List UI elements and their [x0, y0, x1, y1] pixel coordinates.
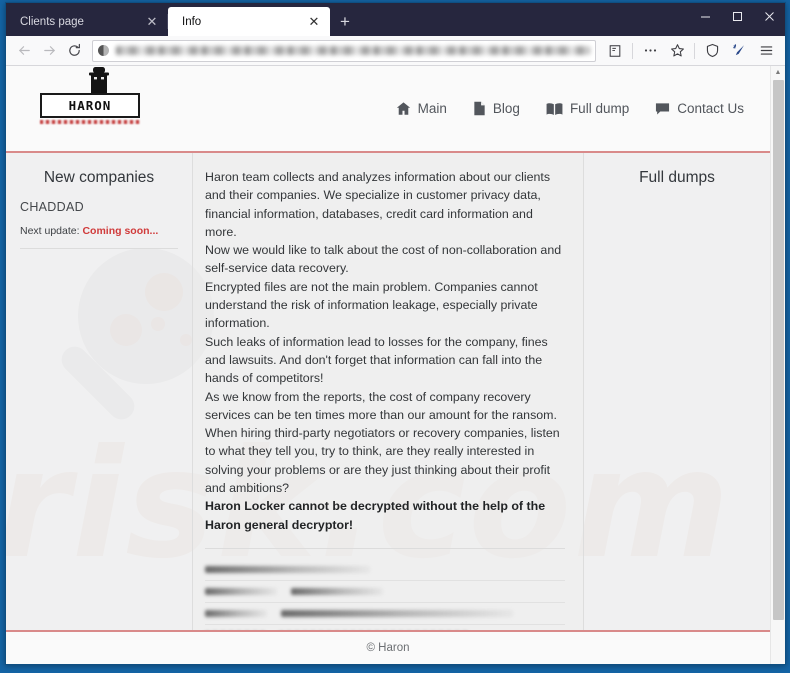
tab-label: Info — [182, 15, 202, 28]
company-name[interactable]: CHADDAD — [20, 200, 178, 214]
home-icon — [396, 101, 411, 116]
redacted-table — [205, 559, 565, 630]
reload-icon[interactable] — [62, 39, 86, 63]
new-tab-button[interactable]: + — [330, 7, 360, 36]
logo-text: HARON — [68, 98, 112, 113]
tab-info[interactable]: Info ✕ — [168, 7, 330, 36]
copyright-text: © Haron — [366, 642, 410, 654]
url-bar[interactable] — [92, 39, 596, 62]
forward-arrow-icon[interactable] — [37, 39, 61, 63]
nav-item-contact-us[interactable]: Contact Us — [655, 101, 744, 116]
next-update-row: Next update: Coming soon... — [20, 225, 178, 249]
table-row[interactable] — [205, 559, 565, 581]
minimize-icon[interactable] — [689, 3, 721, 29]
maximize-icon[interactable] — [721, 3, 753, 29]
article-paragraph: Haron Locker cannot be decrypted without… — [205, 499, 546, 532]
nav-label: Blog — [492, 101, 520, 116]
site-footer: © Haron — [6, 630, 770, 664]
next-update-label: Next update: — [20, 225, 80, 237]
site-navigation: Main Blog Full dump Contact Us — [396, 101, 744, 116]
page-scrollbar[interactable]: ▲ — [770, 66, 785, 664]
close-icon[interactable]: ✕ — [306, 14, 322, 30]
site-info-icon[interactable] — [98, 45, 109, 56]
site-logo[interactable]: HARON — [40, 67, 140, 124]
site-header: HARON Main Blog Full dump Contact Us — [6, 66, 770, 153]
nav-item-blog[interactable]: Blog — [473, 101, 520, 116]
close-icon[interactable]: ✕ — [144, 14, 160, 30]
url-text-redacted — [116, 46, 590, 55]
tab-strip: Clients page ✕ Info ✕ + — [6, 3, 785, 36]
file-document-icon — [473, 101, 486, 116]
table-row[interactable] — [205, 581, 565, 603]
next-update-value: Coming soon... — [82, 225, 159, 237]
redacted-cell — [291, 587, 383, 595]
logo-box: HARON — [40, 93, 140, 118]
toolbar-divider-2 — [694, 42, 695, 59]
left-sidebar: New companies CHADDAD Next update: Comin… — [6, 153, 192, 630]
tab-label: Clients page — [20, 15, 84, 28]
article-paragraph: Such leaks of information lead to losses… — [205, 334, 548, 386]
article-body: Haron team collects and analyzes informa… — [205, 168, 565, 534]
window-controls — [689, 3, 785, 29]
nav-label: Main — [417, 101, 447, 116]
nav-item-full-dump[interactable]: Full dump — [546, 101, 629, 116]
toolbar-divider — [632, 42, 633, 59]
nav-item-main[interactable]: Main — [396, 101, 447, 116]
scrollbar-thumb[interactable] — [772, 80, 784, 620]
bookmark-star-icon[interactable] — [664, 39, 690, 63]
logo-subtitle-redacted — [40, 120, 140, 124]
web-page: risk.com HARON — [6, 66, 770, 664]
reader-mode-icon[interactable] — [602, 39, 628, 63]
browser-window: Clients page ✕ Info ✕ + HARON Main Blog … — [5, 2, 786, 665]
scroll-up-icon[interactable]: ▲ — [771, 66, 786, 79]
table-row[interactable] — [205, 603, 565, 625]
redacted-cell — [205, 587, 277, 595]
article-paragraph: As we know from the reports, the cost of… — [205, 389, 560, 496]
hamburger-menu-icon[interactable] — [753, 39, 779, 63]
nav-label: Full dump — [569, 101, 630, 116]
comment-bubble-icon — [655, 102, 670, 116]
full-dumps-title: Full dumps — [639, 169, 715, 186]
browser-toolbar — [6, 36, 785, 66]
redacted-cell — [281, 609, 513, 617]
desktop-background: Clients page ✕ Info ✕ + HARON Main Blog … — [0, 0, 790, 673]
tab-clients-page[interactable]: Clients page ✕ — [6, 7, 168, 36]
content-columns: New companies CHADDAD Next update: Comin… — [6, 153, 770, 630]
article-paragraph: Now we would like to talk about the cost… — [205, 243, 562, 276]
hooded-figure-icon — [89, 67, 109, 93]
firefox-account-icon[interactable] — [726, 39, 752, 63]
content-divider — [205, 547, 565, 549]
article-paragraph: Encrypted files are not the main problem… — [205, 279, 538, 331]
page-viewport: risk.com HARON — [6, 66, 785, 664]
page-actions-ellipsis-icon[interactable] — [637, 39, 663, 63]
shield-tracking-protection-icon[interactable] — [699, 39, 725, 63]
right-sidebar: Full dumps — [584, 153, 770, 630]
back-arrow-icon[interactable] — [12, 39, 36, 63]
close-icon[interactable] — [753, 3, 785, 29]
nav-label: Contact Us — [677, 101, 744, 116]
article-paragraph: Haron team collects and analyzes informa… — [205, 170, 551, 239]
open-book-icon — [546, 102, 563, 116]
main-content: Haron team collects and analyzes informa… — [192, 153, 584, 630]
new-companies-title: New companies — [43, 169, 155, 186]
redacted-cell — [205, 565, 370, 573]
redacted-cell — [205, 609, 267, 617]
